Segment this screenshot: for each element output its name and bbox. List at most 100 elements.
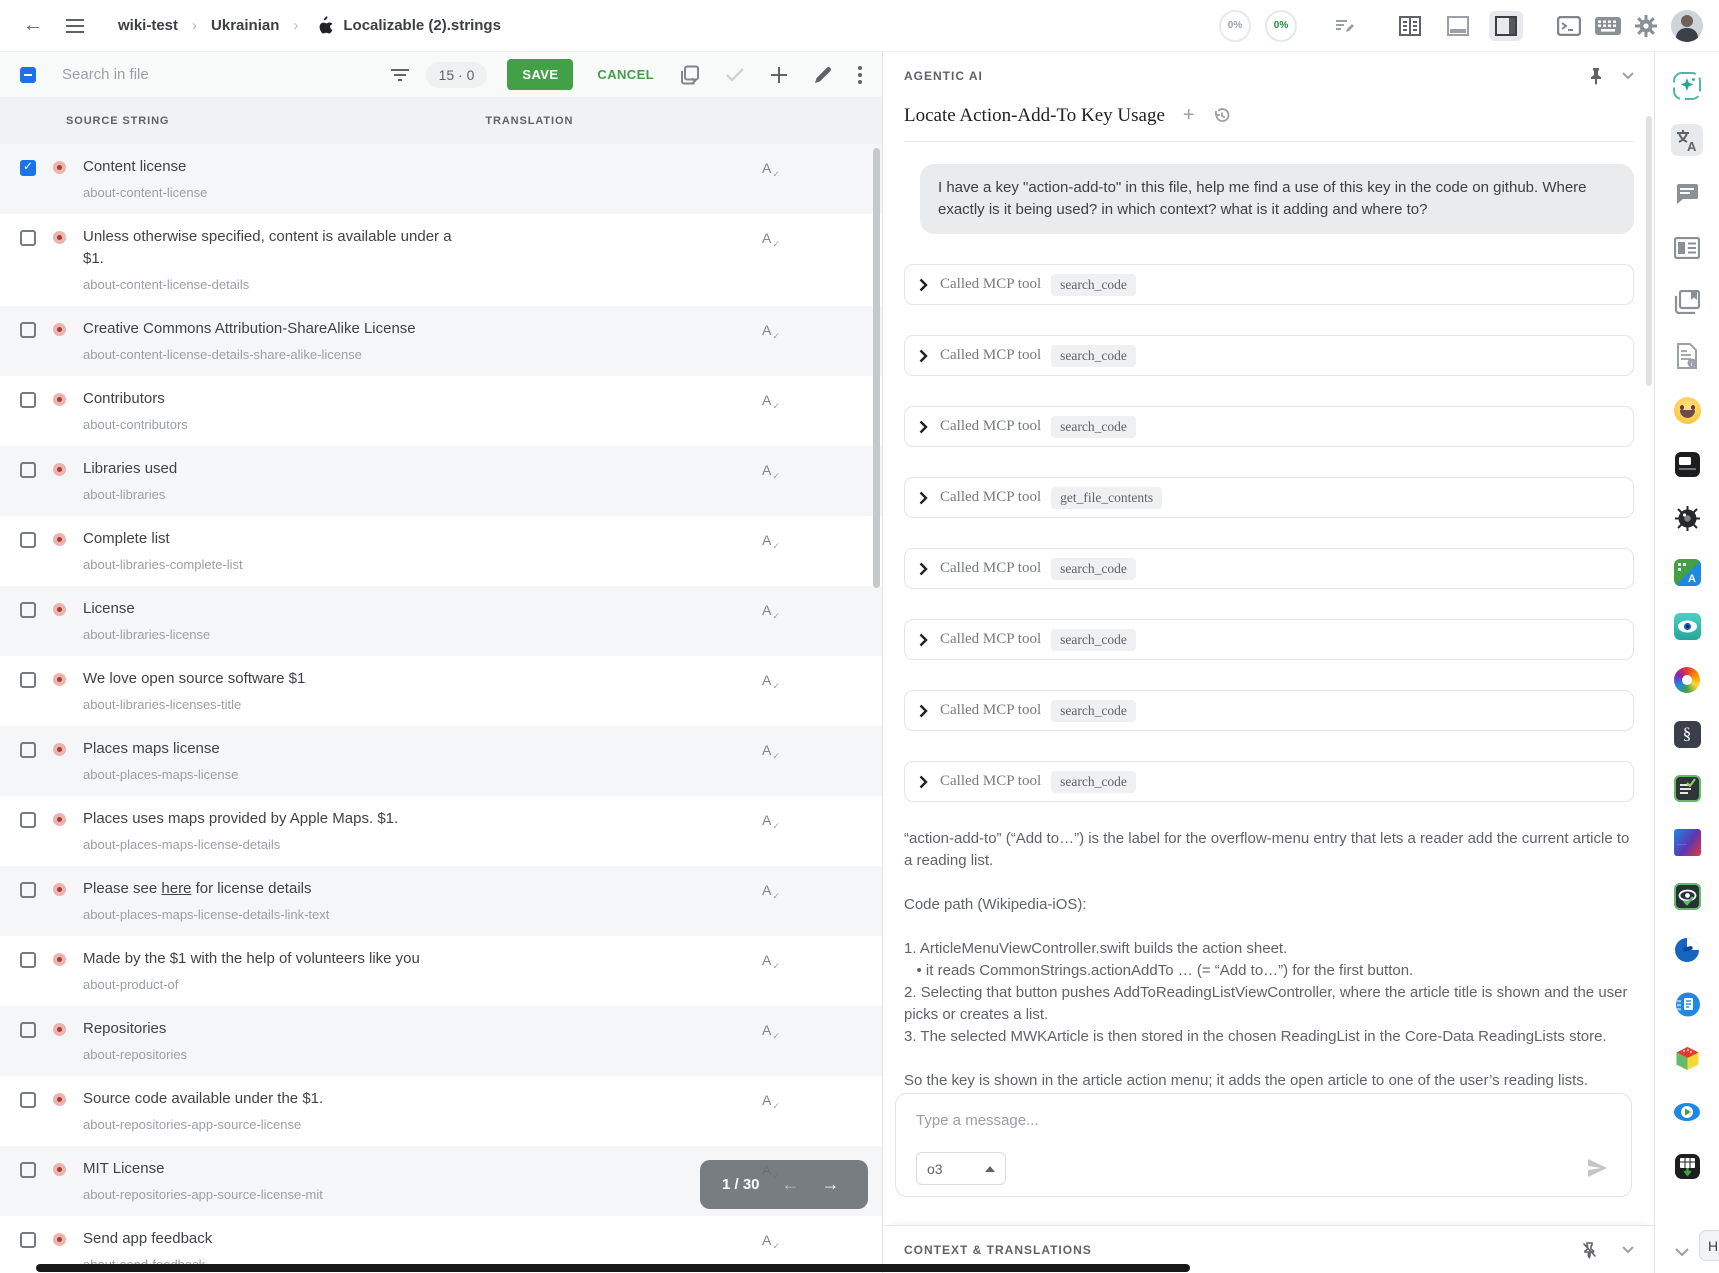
source-string[interactable]: Made by the $1 with the help of voluntee… xyxy=(83,948,420,970)
spellcheck-icon[interactable] xyxy=(762,532,780,550)
save-button[interactable]: SAVE xyxy=(507,59,573,90)
pin-icon[interactable] xyxy=(1588,67,1604,85)
spellcheck-icon[interactable] xyxy=(762,1092,780,1110)
expand-chevron-icon[interactable] xyxy=(919,278,928,292)
chevron-down-icon[interactable] xyxy=(1622,1246,1634,1254)
row-checkbox[interactable] xyxy=(20,1162,36,1178)
expand-chevron-icon[interactable] xyxy=(919,491,928,505)
spellcheck-icon[interactable] xyxy=(762,1232,780,1250)
key-name[interactable]: about-places-maps-license-details-link-t… xyxy=(83,906,329,924)
settings-gear-icon[interactable] xyxy=(1635,15,1657,37)
spellcheck-icon[interactable] xyxy=(762,672,780,690)
spellcheck-icon[interactable] xyxy=(762,322,780,340)
expand-chevron-icon[interactable] xyxy=(919,775,928,789)
kebab-menu-icon[interactable] xyxy=(858,66,862,84)
source-string[interactable]: Source code available under the $1. xyxy=(83,1088,323,1110)
layout-table-icon[interactable] xyxy=(1393,11,1427,41)
layout-bottom-icon[interactable] xyxy=(1441,11,1475,41)
reading-lists-icon[interactable] xyxy=(1671,286,1703,318)
expand-chevron-icon[interactable] xyxy=(919,562,928,576)
row-checkbox[interactable] xyxy=(20,532,36,548)
search-input[interactable] xyxy=(62,66,390,83)
select-all-checkbox[interactable] xyxy=(20,67,36,83)
key-name[interactable]: about-content-license-details-share-alik… xyxy=(83,346,416,364)
source-string[interactable]: Creative Commons Attribution-ShareAlike … xyxy=(83,318,416,340)
spellcheck-icon[interactable] xyxy=(762,602,780,620)
row-checkbox[interactable] xyxy=(20,952,36,968)
breadcrumb-file[interactable]: Localizable (2).strings xyxy=(343,17,501,34)
chevron-down-icon[interactable] xyxy=(1622,72,1634,80)
source-string[interactable]: Content license xyxy=(83,156,207,178)
key-name[interactable]: about-repositories-app-source-license-mi… xyxy=(83,1186,323,1204)
spellcheck-icon[interactable] xyxy=(762,952,780,970)
task-checklist-icon[interactable] xyxy=(1671,772,1703,804)
row-checkbox[interactable] xyxy=(20,1232,36,1248)
table-row[interactable]: Please see here for license details abou… xyxy=(0,866,882,936)
new-thread-plus-icon[interactable]: + xyxy=(1183,104,1195,127)
tool-call-row[interactable]: Called MCP tool search_code xyxy=(904,690,1634,731)
source-string[interactable]: Libraries used xyxy=(83,458,177,480)
row-checkbox[interactable] xyxy=(20,392,36,408)
spellcheck-icon[interactable] xyxy=(762,160,780,178)
qa-eye-check-icon[interactable] xyxy=(1671,880,1703,912)
spellcheck-icon[interactable] xyxy=(762,812,780,830)
spellcheck-icon[interactable] xyxy=(762,742,780,760)
xls-export-icon[interactable] xyxy=(1671,1150,1703,1182)
avatar[interactable] xyxy=(1671,10,1703,42)
table-row[interactable]: Places maps license about-places-maps-li… xyxy=(0,726,882,796)
key-name[interactable]: about-repositories-app-source-license xyxy=(83,1116,323,1134)
source-string[interactable]: License xyxy=(83,598,210,620)
row-checkbox[interactable] xyxy=(20,742,36,758)
spellcheck-icon[interactable] xyxy=(762,882,780,900)
key-name[interactable]: about-contributors xyxy=(83,416,188,434)
pie-tool-icon[interactable] xyxy=(1671,934,1703,966)
breadcrumb-language[interactable]: Ukrainian xyxy=(211,17,279,34)
table-row[interactable]: Content license about-content-license xyxy=(0,144,882,214)
back-icon[interactable]: ← xyxy=(16,9,50,43)
row-checkbox[interactable] xyxy=(20,882,36,898)
expand-chevron-icon[interactable] xyxy=(919,349,928,363)
spellcheck-icon[interactable] xyxy=(762,462,780,480)
row-checkbox[interactable] xyxy=(20,230,36,246)
horizontal-scrollbar[interactable] xyxy=(36,1264,1190,1272)
tool-call-row[interactable]: Called MCP tool get_file_contents xyxy=(904,477,1634,518)
tool-call-row[interactable]: Called MCP tool search_code xyxy=(904,548,1634,589)
row-checkbox[interactable] xyxy=(20,322,36,338)
prev-page-icon[interactable]: ← xyxy=(782,1174,800,1195)
color-wheel-icon[interactable] xyxy=(1671,664,1703,696)
key-name[interactable]: about-content-license-details xyxy=(83,276,468,294)
check-icon[interactable] xyxy=(726,68,744,82)
row-checkbox[interactable] xyxy=(20,812,36,828)
key-name[interactable]: about-libraries-complete-list xyxy=(83,556,243,574)
edit-note-icon[interactable] xyxy=(1333,14,1357,38)
list-scrollbar[interactable] xyxy=(873,148,880,588)
video-preview-icon[interactable] xyxy=(1671,1096,1703,1128)
agentic-ai-sparkle-icon[interactable] xyxy=(1671,70,1703,102)
source-string[interactable]: MIT License xyxy=(83,1158,323,1180)
compass-mine-icon[interactable] xyxy=(1671,502,1703,534)
process-doc-icon[interactable] xyxy=(1671,988,1703,1020)
expand-chevron-icon[interactable] xyxy=(919,420,928,434)
ai-panel-scrollbar[interactable] xyxy=(1646,116,1652,386)
row-checkbox[interactable] xyxy=(20,1022,36,1038)
send-icon[interactable] xyxy=(1585,1156,1609,1185)
history-icon[interactable] xyxy=(1213,107,1231,125)
table-row[interactable]: Places uses maps provided by Apple Maps.… xyxy=(0,796,882,866)
table-row[interactable]: Libraries used about-libraries xyxy=(0,446,882,516)
translator-extension-icon[interactable]: A xyxy=(1671,556,1703,588)
row-checkbox[interactable] xyxy=(20,160,36,176)
message-input[interactable] xyxy=(916,1112,1516,1129)
layout-right-icon[interactable] xyxy=(1489,11,1523,41)
tool-call-row[interactable]: Called MCP tool search_code xyxy=(904,619,1634,660)
translate-icon[interactable]: A xyxy=(1671,124,1703,156)
expand-chevron-icon[interactable] xyxy=(919,704,928,718)
hidden-shortcut-chip[interactable]: H xyxy=(1699,1230,1719,1261)
pencil-icon[interactable] xyxy=(814,66,832,84)
source-string[interactable]: We love open source software $1 xyxy=(83,668,305,690)
table-row[interactable]: Made by the $1 with the help of voluntee… xyxy=(0,936,882,1006)
unpin-icon[interactable] xyxy=(1581,1241,1598,1259)
spellcheck-icon[interactable] xyxy=(762,1022,780,1040)
tool-call-row[interactable]: Called MCP tool search_code xyxy=(904,335,1634,376)
tool-call-row[interactable]: Called MCP tool search_code xyxy=(904,406,1634,447)
article-card-icon[interactable] xyxy=(1671,232,1703,264)
